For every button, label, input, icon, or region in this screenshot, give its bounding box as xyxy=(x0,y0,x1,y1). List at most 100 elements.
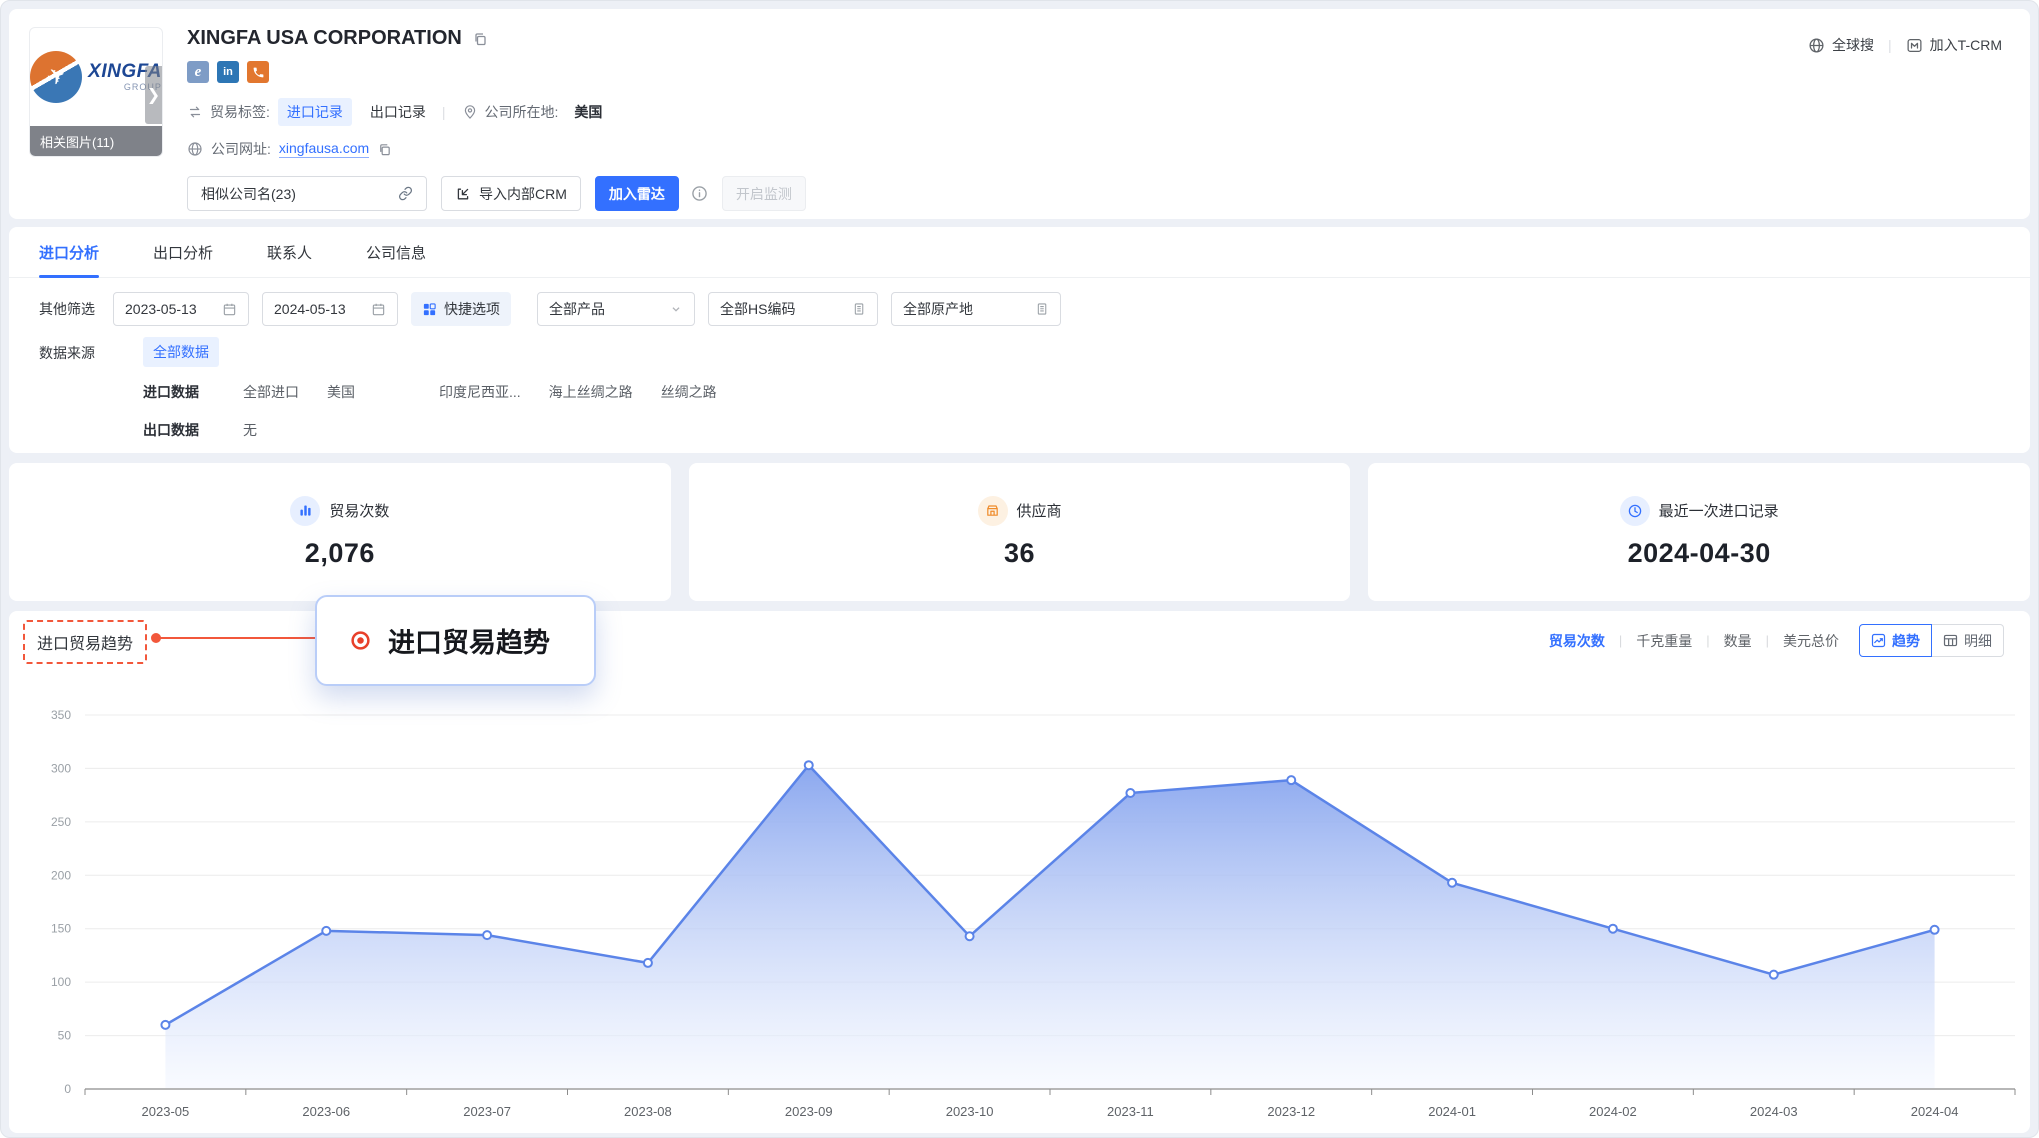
svg-text:2023-05: 2023-05 xyxy=(142,1104,190,1119)
copy-company-name-icon[interactable] xyxy=(472,31,488,47)
import-source-all[interactable]: 全部进口 xyxy=(243,382,299,402)
calendar-icon xyxy=(371,302,386,317)
svg-text:250: 250 xyxy=(51,815,71,829)
import-source-usa[interactable]: 美国 xyxy=(327,382,355,402)
svg-text:100: 100 xyxy=(51,975,71,989)
import-data-row: 进口数据 全部进口 美国 印度尼西亚... 海上丝绸之路 丝绸之路 xyxy=(143,382,745,402)
link-icon xyxy=(398,186,413,201)
svg-text:2023-11: 2023-11 xyxy=(1107,1104,1154,1119)
stat-value-latest-import: 2024-04-30 xyxy=(1628,538,1771,569)
other-filters-label: 其他筛选 xyxy=(39,299,95,319)
global-search-button[interactable]: 全球搜 xyxy=(1808,35,1874,55)
location-pin-icon xyxy=(462,104,478,120)
import-icon xyxy=(455,186,471,202)
import-source-maritime-silk-road[interactable]: 海上丝绸之路 xyxy=(549,382,633,402)
location-value: 美国 xyxy=(574,102,602,122)
chart-controls: 贸易次数 | 千克重量 | 数量 | 美元总价 趋势 xyxy=(1549,624,2004,657)
trade-label: 贸易标签: xyxy=(210,102,270,122)
company-name: XINGFA USA CORPORATION xyxy=(187,27,462,50)
website-label: 公司网址: xyxy=(211,139,271,159)
crm-badge-icon xyxy=(1906,37,1923,54)
stat-card-suppliers: 供应商 36 xyxy=(689,463,1351,601)
join-tcrm-button[interactable]: 加入T-CRM xyxy=(1906,35,2002,55)
chevron-down-icon xyxy=(669,302,683,316)
quick-options-button[interactable]: 快捷选项 xyxy=(411,292,511,326)
xingfa-logo-mark: ✈ xyxy=(30,51,82,103)
export-record-tag[interactable]: 出口记录 xyxy=(370,102,426,122)
tab-company-info[interactable]: 公司信息 xyxy=(366,227,426,278)
divider: | xyxy=(1888,37,1892,53)
all-hs-codes-select[interactable]: 全部HS编码 xyxy=(708,292,878,326)
stat-label: 贸易次数 xyxy=(329,500,389,521)
export-data-label: 出口数据 xyxy=(143,420,199,440)
next-image-chevron-icon[interactable]: ❯ xyxy=(145,66,162,124)
company-trade-page: ✈ XINGFA GROUP ❯ 相关图片(11) XINGFA USA COR… xyxy=(0,0,2039,1138)
end-date-input[interactable]: 2024-05-13 xyxy=(262,292,398,326)
all-data-chip[interactable]: 全部数据 xyxy=(143,337,219,367)
export-data-value: 无 xyxy=(243,420,257,440)
import-record-tag[interactable]: 进口记录 xyxy=(278,98,352,126)
linkedin-icon[interactable]: in xyxy=(217,61,239,83)
start-monitoring-button[interactable]: 开启监测 xyxy=(722,176,806,211)
metric-trade-count[interactable]: 贸易次数 xyxy=(1549,631,1605,651)
svg-text:2023-07: 2023-07 xyxy=(463,1104,511,1119)
phone-icon[interactable] xyxy=(247,61,269,83)
info-icon[interactable] xyxy=(691,185,708,202)
metric-usd-total[interactable]: 美元总价 xyxy=(1783,631,1839,651)
company-logo-card[interactable]: ✈ XINGFA GROUP ❯ 相关图片(11) xyxy=(29,27,163,157)
copy-website-icon[interactable] xyxy=(377,142,392,157)
divider: | xyxy=(442,104,446,120)
metric-kg-weight[interactable]: 千克重量 xyxy=(1636,631,1692,651)
stat-card-trade-count: 贸易次数 2,076 xyxy=(9,463,671,601)
quick-options-grid-icon xyxy=(422,302,437,317)
company-logo: ✈ XINGFA GROUP xyxy=(30,28,162,126)
trend-view-button[interactable]: 趋势 xyxy=(1859,624,1932,657)
svg-text:2024-02: 2024-02 xyxy=(1589,1104,1637,1119)
tab-import-analysis[interactable]: 进口分析 xyxy=(39,227,99,278)
import-source-indonesia[interactable]: 印度尼西亚... xyxy=(439,382,521,402)
stat-value-suppliers: 36 xyxy=(1004,538,1035,569)
document-list-icon xyxy=(852,302,866,316)
all-origin-select[interactable]: 全部原产地 xyxy=(891,292,1061,326)
import-trend-area-chart[interactable]: 0501001502002503003502023-052023-062023-… xyxy=(19,691,2022,1137)
all-products-select[interactable]: 全部产品 xyxy=(537,292,695,326)
import-source-silk-road[interactable]: 丝绸之路 xyxy=(661,382,717,402)
svg-text:2023-09: 2023-09 xyxy=(785,1104,833,1119)
import-internal-crm-button[interactable]: 导入内部CRM xyxy=(441,176,581,211)
related-images-label[interactable]: 相关图片(11) xyxy=(30,126,162,156)
location-label: 公司所在地: xyxy=(485,102,559,122)
detail-view-button[interactable]: 明细 xyxy=(1932,624,2004,657)
svg-text:150: 150 xyxy=(51,922,71,936)
svg-text:350: 350 xyxy=(51,708,71,722)
website-browser-icon[interactable]: e xyxy=(187,61,209,83)
stat-label: 最近一次进口记录 xyxy=(1659,500,1779,521)
svg-text:2023-10: 2023-10 xyxy=(946,1104,994,1119)
add-radar-button[interactable]: 加入雷达 xyxy=(595,176,679,211)
social-links: e in xyxy=(187,61,1710,83)
svg-text:50: 50 xyxy=(58,1029,72,1043)
export-data-row: 出口数据 无 xyxy=(143,420,285,440)
document-list-icon xyxy=(1035,302,1049,316)
tab-contacts[interactable]: 联系人 xyxy=(267,227,312,278)
callout-title: 进口贸易趋势 xyxy=(388,621,550,660)
import-trend-card: 进口贸易趋势 进口贸易趋势 贸易次数 | 千克重量 | 数量 | 美元总价 xyxy=(9,611,2030,1133)
svg-text:2024-01: 2024-01 xyxy=(1428,1104,1476,1119)
metric-quantity[interactable]: 数量 xyxy=(1724,631,1752,651)
table-icon xyxy=(1943,633,1958,648)
similar-companies-button[interactable]: 相似公司名(23) xyxy=(187,176,427,211)
svg-text:0: 0 xyxy=(64,1082,71,1096)
svg-text:2023-12: 2023-12 xyxy=(1267,1104,1315,1119)
import-trend-title: 进口贸易趋势 xyxy=(23,620,147,664)
globe-search-icon xyxy=(1808,37,1825,54)
stat-card-latest-import: 最近一次进口记录 2024-04-30 xyxy=(1368,463,2030,601)
svg-text:2023-06: 2023-06 xyxy=(302,1104,350,1119)
import-trend-callout: 进口贸易趋势 xyxy=(315,595,596,686)
start-date-input[interactable]: 2023-05-13 xyxy=(113,292,249,326)
clock-icon xyxy=(1620,496,1650,526)
tab-export-analysis[interactable]: 出口分析 xyxy=(153,227,213,278)
svg-text:2023-08: 2023-08 xyxy=(624,1104,672,1119)
website-link[interactable]: xingfausa.com xyxy=(279,140,369,158)
view-toggle: 趋势 明细 xyxy=(1859,624,2004,657)
bullseye-icon xyxy=(349,629,372,652)
calendar-icon xyxy=(222,302,237,317)
